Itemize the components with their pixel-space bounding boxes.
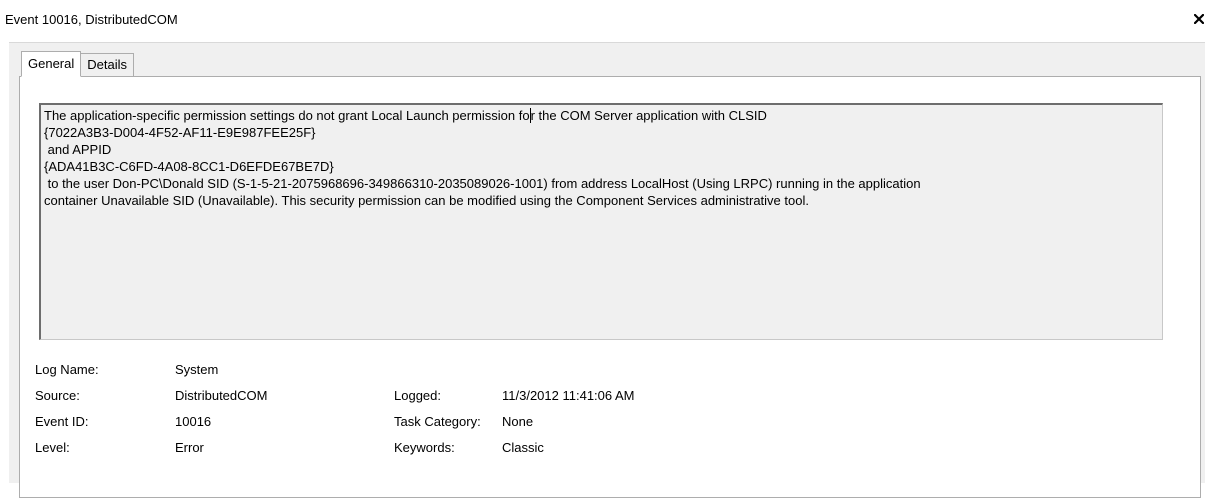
source-label: Source:: [35, 388, 80, 403]
task-category-value: None: [502, 414, 534, 429]
description-line: {ADA41B3C-C6FD-4A08-8CC1-D6EFDE67BE7D}: [44, 159, 334, 174]
logged-label: Logged:: [394, 388, 441, 403]
description-line: {7022A3B3-D004-4F52-AF11-E9E987FEE25F}: [44, 125, 316, 140]
close-icon: [1194, 14, 1204, 24]
keywords-value: Classic: [502, 440, 544, 455]
source-value: DistributedCOM: [175, 388, 268, 403]
event-id-label: Event ID:: [35, 414, 89, 429]
logged-value: 11/3/2012 11:41:06 AM: [502, 388, 635, 403]
description-line: and APPID: [44, 142, 112, 157]
description-line: to the user Don-PC\Donald SID (S-1-5-21-…: [44, 176, 921, 191]
description-line: The application-specific permission sett…: [44, 107, 1160, 124]
event-properties-panel: General Details The application-specific…: [9, 42, 1205, 498]
tab-details[interactable]: Details: [80, 53, 134, 77]
level-value: Error: [175, 440, 204, 455]
title-bar: Event 10016, DistributedCOM: [0, 0, 1214, 42]
tab-general[interactable]: General: [21, 51, 82, 77]
log-name-label: Log Name:: [35, 362, 99, 377]
event-description-text: The application-specific permission sett…: [41, 105, 1162, 209]
close-button[interactable]: [1190, 10, 1208, 28]
event-id-value: 10016: [175, 414, 212, 429]
level-label: Level:: [35, 440, 70, 455]
window-title: Event 10016, DistributedCOM: [5, 12, 178, 27]
general-tab-content: The application-specific permission sett…: [19, 76, 1201, 498]
description-text-segment: The application-specific permission sett…: [44, 108, 530, 123]
task-category-label: Task Category:: [394, 414, 481, 429]
tab-strip: General Details: [21, 51, 134, 77]
event-description-box[interactable]: The application-specific permission sett…: [39, 103, 1163, 340]
description-text-segment: r the COM Server application with CLSID: [530, 108, 767, 123]
log-name-value: System: [175, 362, 219, 377]
keywords-label: Keywords:: [394, 440, 455, 455]
description-line: container Unavailable SID (Unavailable).…: [44, 193, 809, 208]
